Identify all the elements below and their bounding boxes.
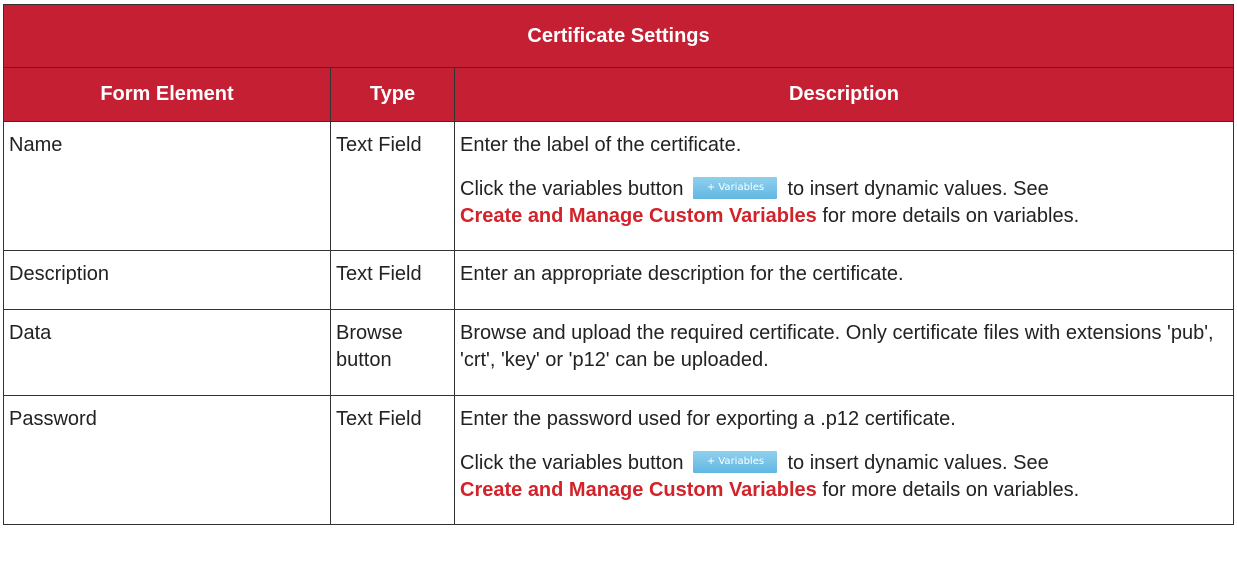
description-text: Click the variables button	[460, 452, 684, 474]
column-header-description: Description	[453, 67, 1235, 122]
form-element-cell: Description	[3, 250, 331, 310]
table-row: Description Text Field Enter an appropri…	[3, 250, 1235, 310]
table-row: Password Text Field Enter the password u…	[3, 395, 1235, 525]
form-element-cell: Data	[3, 309, 331, 396]
description-cell: Enter an appropriate description for the…	[453, 250, 1235, 310]
description-cell: Enter the password used for exporting a …	[453, 395, 1235, 525]
description-text: Click the variables button	[460, 178, 684, 200]
variables-button[interactable]: + Variables	[693, 450, 778, 473]
table-row: Name Text Field Enter the label of the c…	[3, 121, 1235, 251]
form-element-cell: Name	[3, 121, 331, 251]
description-cell: Browse and upload the required certifica…	[453, 309, 1235, 396]
description-text: to insert dynamic values. See	[787, 452, 1049, 474]
description-text: Enter the password used for exporting a …	[460, 408, 956, 430]
type-cell: Text Field	[330, 121, 455, 251]
form-element-cell: Password	[3, 395, 331, 525]
certificate-settings-table: Certificate Settings Form Element Type D…	[2, 4, 1235, 525]
column-header-form-element: Form Element	[3, 67, 331, 122]
description-cell: Enter the label of the certificate. Clic…	[453, 121, 1235, 251]
table-title: Certificate Settings	[2, 4, 1235, 68]
type-cell: Browse button	[330, 309, 455, 396]
type-cell: Text Field	[330, 250, 455, 310]
description-text: for more details on variables.	[822, 479, 1080, 501]
custom-variables-link[interactable]: Create and Manage Custom Variables	[460, 205, 817, 227]
custom-variables-link[interactable]: Create and Manage Custom Variables	[460, 479, 817, 501]
variables-button[interactable]: + Variables	[693, 176, 778, 199]
description-text: for more details on variables.	[822, 205, 1080, 227]
description-text: to insert dynamic values. See	[787, 178, 1049, 200]
description-text: Enter the label of the certificate.	[460, 134, 742, 156]
description-text: Browse and upload the required certifica…	[460, 322, 1214, 371]
description-text: Click the variables button + Variables to …	[460, 176, 1228, 230]
column-header-type: Type	[330, 67, 455, 122]
description-text: Click the variables button + Variables to …	[460, 450, 1228, 504]
type-cell: Text Field	[330, 395, 455, 525]
table-row: Data Browse button Browse and upload the…	[3, 309, 1235, 396]
description-text: Enter an appropriate description for the…	[460, 263, 904, 285]
